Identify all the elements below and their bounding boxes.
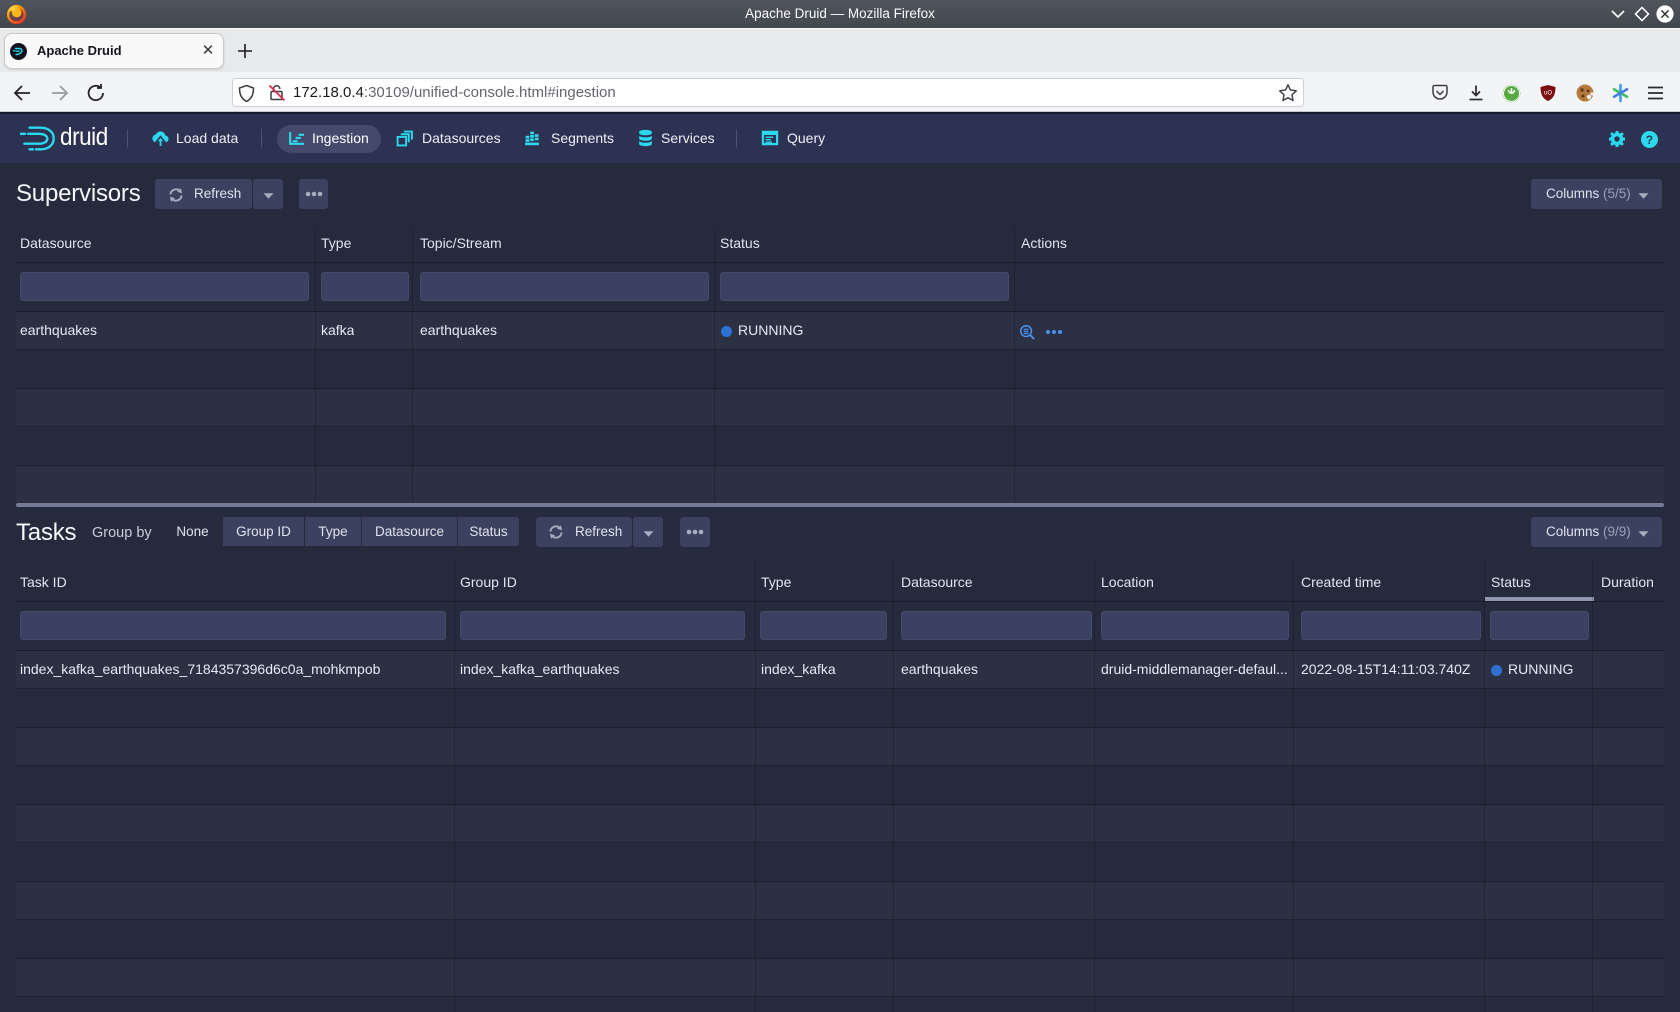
svg-text:uO: uO bbox=[1544, 91, 1552, 97]
svg-text:?: ? bbox=[1646, 134, 1653, 147]
